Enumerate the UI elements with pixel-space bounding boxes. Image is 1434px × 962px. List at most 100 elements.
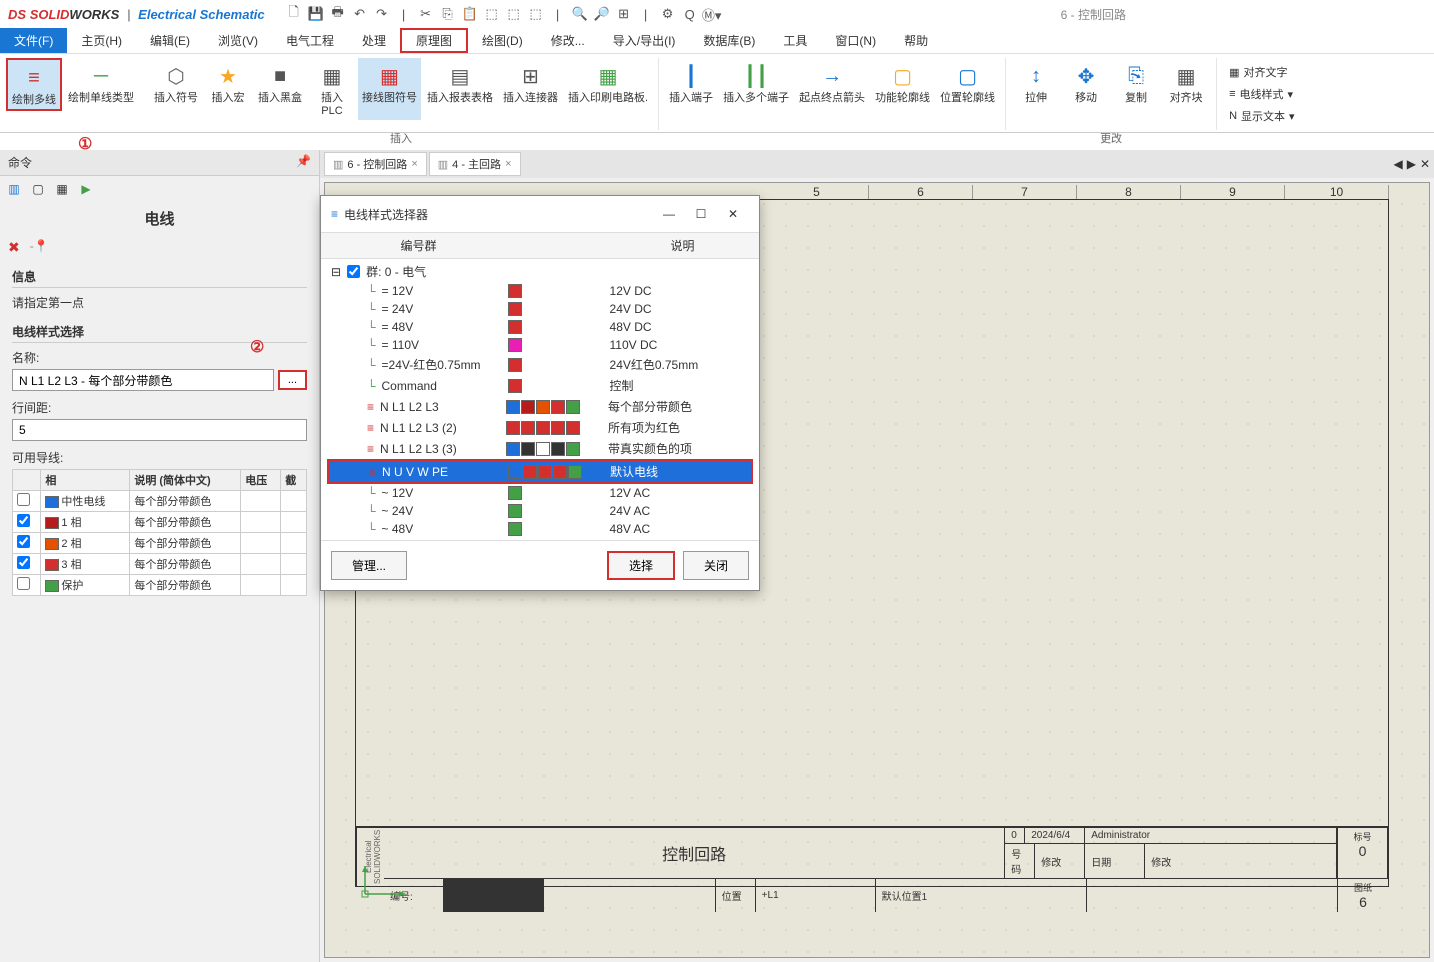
ribbon-button[interactable]: ⎘复制 [1112, 58, 1160, 107]
tree-row[interactable]: └~ 48V48V AC [327, 520, 753, 538]
menu-item[interactable]: 绘图(D) [468, 28, 537, 53]
ribbon-button[interactable]: ┃┃插入多个端子 [719, 58, 793, 107]
ribbon-button[interactable]: ▢功能轮廓线 [871, 58, 934, 107]
align-text-button[interactable]: ▦对齐文字 [1225, 62, 1298, 82]
tab-close-icon[interactable]: ✕ [1420, 157, 1430, 171]
tree-row[interactable]: ≡N L1 L2 L3 (2)所有项为红色 [327, 417, 753, 438]
tree-row[interactable]: └~ 12V12V AC [327, 484, 753, 502]
tab-next-icon[interactable]: ▶ [1407, 157, 1416, 171]
browse-button[interactable]: ... [278, 370, 307, 390]
name-input[interactable] [12, 369, 274, 391]
tree-row[interactable]: └= 12V12V DC [327, 282, 753, 300]
spacing-input[interactable] [12, 419, 307, 441]
menu-item[interactable]: 处理 [348, 28, 400, 53]
row-checkbox[interactable] [17, 514, 30, 527]
maximize-icon[interactable]: ☐ [685, 202, 717, 226]
tool-icon[interactable]: ▦ [52, 180, 72, 198]
menu-item[interactable]: 窗口(N) [821, 28, 890, 53]
table-row[interactable]: 1 相每个部分带颜色 [13, 512, 307, 533]
ribbon-button[interactable]: ↕拉伸 [1012, 58, 1060, 107]
menu-item[interactable]: 浏览(V) [204, 28, 272, 53]
ribbon-button[interactable]: ▦插入 PLC [308, 58, 356, 120]
menu-item[interactable]: 主页(H) [67, 28, 136, 53]
search-icon[interactable]: Q [681, 5, 699, 23]
play-icon[interactable]: ▶ [76, 180, 96, 198]
row-checkbox[interactable] [17, 577, 30, 590]
tree-row[interactable]: └~ 24V24V AC [327, 502, 753, 520]
ribbon-button[interactable]: ┃插入端子 [665, 58, 717, 107]
table-row[interactable]: 中性电线每个部分带颜色 [13, 491, 307, 512]
tree-row[interactable]: └= 48V48V DC [327, 318, 753, 336]
table-row[interactable]: 3 相每个部分带颜色 [13, 554, 307, 575]
tool-icon[interactable]: ▥ [4, 180, 24, 198]
ribbon-button[interactable]: ▦对齐块 [1162, 58, 1210, 107]
row-checkbox[interactable] [17, 535, 30, 548]
tool-icon[interactable]: ⚙ [659, 5, 677, 23]
ribbon-button[interactable]: ★插入宏 [204, 58, 252, 120]
tool-icon[interactable]: ⬚ [527, 5, 545, 23]
ribbon-button[interactable]: →起点终点箭头 [795, 58, 869, 107]
tree-row[interactable]: ≡N U V W PE默认电线 [329, 461, 751, 482]
cut-icon[interactable]: ✂ [417, 5, 435, 23]
select-button[interactable]: 选择 [607, 551, 675, 580]
ribbon-button[interactable]: ⊞插入连接器 [499, 58, 562, 120]
close-icon[interactable]: ✖ [8, 239, 20, 256]
document-tab[interactable]: ▥6 - 控制回路× [324, 152, 427, 176]
dialog-tree[interactable]: ⊟ 群: 0 - 电气 └= 12V12V DC└= 24V24V DC└= 4… [321, 259, 759, 540]
wire-style-button[interactable]: ≡电线样式▾ [1225, 84, 1298, 104]
menu-item[interactable]: 修改... [537, 28, 599, 53]
close-icon[interactable]: ✕ [717, 202, 749, 226]
tab-close-icon[interactable]: × [411, 158, 417, 170]
tool-icon[interactable]: ▢ [28, 180, 48, 198]
tree-row[interactable]: └Command控制 [327, 375, 753, 396]
manage-button[interactable]: 管理... [331, 551, 407, 580]
close-button[interactable]: 关闭 [683, 551, 749, 580]
tree-row[interactable]: └=24V-红色0.75mm24V红色0.75mm [327, 354, 753, 375]
tree-row[interactable]: └= 24V24V DC [327, 300, 753, 318]
row-checkbox[interactable] [17, 493, 30, 506]
ribbon-button[interactable]: ▤插入报表表格 [423, 58, 497, 120]
redo-icon[interactable]: ↷ [373, 5, 391, 23]
tool-icon[interactable]: Ⓜ▾ [703, 5, 721, 23]
undo-icon[interactable]: ↶ [351, 5, 369, 23]
ribbon-button[interactable]: ■插入黑盒 [254, 58, 306, 120]
ribbon-button[interactable]: ▦插入印刷电路板. [564, 58, 652, 120]
ribbon-button[interactable]: ▢位置轮廓线 [936, 58, 999, 107]
save-icon[interactable]: 💾 [307, 5, 325, 23]
tab-prev-icon[interactable]: ◀ [1393, 157, 1402, 171]
table-row[interactable]: 2 相每个部分带颜色 [13, 533, 307, 554]
tool-icon[interactable]: ⊞ [615, 5, 633, 23]
menu-item[interactable]: 导入/导出(I) [599, 28, 690, 53]
pin-icon[interactable]: -📍 [30, 239, 49, 256]
menu-item[interactable]: 数据库(B) [689, 28, 769, 53]
show-text-button[interactable]: N显示文本▾ [1225, 106, 1298, 126]
tree-group-root[interactable]: ⊟ 群: 0 - 电气 [327, 261, 753, 282]
menu-item[interactable]: 电气工程 [272, 28, 348, 53]
ribbon-button[interactable]: ✥移动 [1062, 58, 1110, 107]
paste-icon[interactable]: 📋 [461, 5, 479, 23]
document-tab[interactable]: ▥4 - 主回路× [429, 152, 521, 176]
dialog-titlebar[interactable]: ≡ 电线样式选择器 — ☐ ✕ [321, 196, 759, 233]
menu-item[interactable]: 工具 [769, 28, 821, 53]
row-checkbox[interactable] [17, 556, 30, 569]
ribbon-button[interactable]: ≡绘制多线 [6, 58, 62, 111]
zoom-icon[interactable]: 🔍 [571, 5, 589, 23]
tree-row[interactable]: ≡N L1 L2 L3 (3)带真实颜色的项 [327, 438, 753, 459]
pin-icon[interactable]: 📌 [296, 154, 311, 171]
collapse-icon[interactable]: ⊟ [331, 265, 341, 279]
tool-icon[interactable]: ⬚ [483, 5, 501, 23]
ribbon-button[interactable]: ─绘制单线类型 [64, 58, 138, 111]
ribbon-button[interactable]: ▦接线图符号 [358, 58, 421, 120]
tab-close-icon[interactable]: × [505, 158, 511, 170]
ribbon-button[interactable]: ⬡插入符号 [150, 58, 202, 120]
tool-icon[interactable]: ⬚ [505, 5, 523, 23]
tree-row[interactable]: └= 110V110V DC [327, 336, 753, 354]
minimize-icon[interactable]: — [653, 202, 685, 226]
print-icon[interactable]: 🖶 [329, 5, 347, 23]
table-row[interactable]: 保护每个部分带颜色 [13, 575, 307, 596]
copy-icon[interactable]: ⎘ [439, 5, 457, 23]
menu-item[interactable]: 帮助 [890, 28, 942, 53]
group-checkbox[interactable] [347, 265, 360, 278]
menu-item[interactable]: 编辑(E) [136, 28, 204, 53]
menu-item[interactable]: 原理图 [400, 28, 468, 53]
